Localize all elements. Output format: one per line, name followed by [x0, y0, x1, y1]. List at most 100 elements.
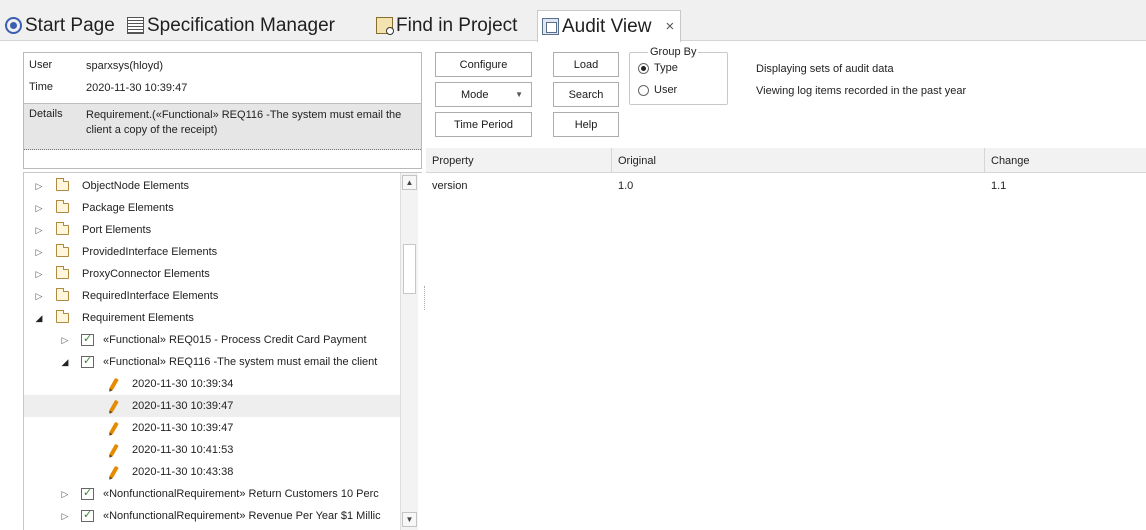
- tree-item[interactable]: ▷ ProvidedInterface Elements: [24, 241, 402, 263]
- column-header-original[interactable]: Original: [612, 148, 985, 173]
- tree-item[interactable]: ▷ Port Elements: [24, 219, 402, 241]
- tree-item[interactable]: ▷ «Functional» REQ015 - Process Credit C…: [24, 329, 402, 351]
- audit-results-grid: Property Original Change version 1.0 1.1: [426, 148, 1146, 530]
- expand-icon[interactable]: ▷: [34, 203, 44, 214]
- cell-property: version: [432, 180, 468, 192]
- audit-entry[interactable]: 2020-11-30 10:39:47: [24, 417, 402, 439]
- scroll-thumb[interactable]: [403, 244, 416, 294]
- group-by-user-radio[interactable]: User: [638, 84, 677, 96]
- folder-icon: [56, 288, 69, 301]
- details-label: Details: [29, 108, 63, 120]
- audit-entry-selected[interactable]: 2020-11-30 10:39:47: [24, 395, 402, 417]
- document-tab-bar: Start Page Specification Manager Find in…: [0, 0, 1146, 42]
- tab-label: Find in Project: [396, 14, 518, 36]
- tree-item[interactable]: ▷ Package Elements: [24, 197, 402, 219]
- folder-icon: [56, 200, 69, 213]
- cell-original: 1.0: [618, 180, 634, 192]
- radio-unselected-icon[interactable]: [638, 84, 649, 96]
- group-by-type-radio[interactable]: Type: [638, 62, 678, 74]
- tree-item-label: «Functional» REQ116 -The system must ema…: [103, 356, 378, 368]
- tree-item-label: RequiredInterface Elements: [82, 290, 219, 302]
- expand-icon[interactable]: ▷: [34, 247, 44, 258]
- column-header-change[interactable]: Change: [985, 148, 1146, 173]
- tree-item[interactable]: ▷ «NonfunctionalRequirement» Revenue Per…: [24, 505, 402, 527]
- time-label: Time: [29, 81, 54, 93]
- tree-item[interactable]: ▷ ProxyConnector Elements: [24, 263, 402, 285]
- requirement-icon: [81, 486, 94, 500]
- expand-icon[interactable]: ▷: [60, 489, 70, 500]
- folder-icon: [56, 178, 69, 191]
- tree-item[interactable]: ◢ Requirement Elements: [24, 307, 402, 329]
- search-button[interactable]: Search: [553, 82, 619, 107]
- radio-label: Type: [654, 62, 678, 74]
- configure-button[interactable]: Configure: [435, 52, 532, 77]
- find-icon: [376, 17, 394, 35]
- expand-icon[interactable]: ▷: [34, 181, 44, 192]
- load-button[interactable]: Load: [553, 52, 619, 77]
- tree-item[interactable]: ▷ RequiredInterface Elements: [24, 285, 402, 307]
- tree-item-label: «NonfunctionalRequirement» Return Custom…: [103, 488, 379, 500]
- chevron-down-icon: ▼: [515, 90, 523, 99]
- audit-entry[interactable]: 2020-11-30 10:43:38: [24, 461, 402, 483]
- tab-specification-manager[interactable]: Specification Manager: [127, 10, 335, 41]
- scroll-down-icon[interactable]: ▼: [402, 512, 417, 527]
- audit-entry[interactable]: 2020-11-30 10:39:34: [24, 373, 402, 395]
- audit-entry-label: 2020-11-30 10:41:53: [132, 444, 234, 456]
- tree-scrollbar[interactable]: ▲ ▼: [400, 173, 418, 530]
- help-button[interactable]: Help: [553, 112, 619, 137]
- folder-icon: [56, 244, 69, 257]
- radio-selected-icon[interactable]: [638, 62, 649, 74]
- tree-item-label: ObjectNode Elements: [82, 180, 189, 192]
- tree-item-label: «NonfunctionalRequirement» Revenue Per Y…: [103, 510, 381, 522]
- tab-find-in-project[interactable]: Find in Project: [376, 10, 517, 41]
- close-icon[interactable]: ×: [665, 18, 674, 35]
- audit-entry-label: 2020-11-30 10:39:47: [132, 422, 234, 434]
- details-value: Requirement.(«Functional» REQ116 -The sy…: [86, 109, 402, 136]
- expand-icon[interactable]: ▷: [34, 269, 44, 280]
- collapse-icon[interactable]: ◢: [34, 313, 44, 324]
- expand-icon[interactable]: ▷: [34, 291, 44, 302]
- tab-label: Specification Manager: [147, 14, 335, 36]
- pencil-icon: [109, 377, 119, 391]
- start-page-icon: [5, 17, 22, 34]
- tree-item-label: Requirement Elements: [82, 312, 194, 324]
- audit-entry-label: 2020-11-30 10:39:34: [132, 378, 234, 390]
- status-text-2: Viewing log items recorded in the past y…: [756, 85, 967, 97]
- folder-icon: [56, 266, 69, 279]
- details-row: Details Requirement.(«Functional» REQ116…: [24, 103, 421, 150]
- time-period-button-label: Time Period: [454, 118, 513, 131]
- scroll-up-icon[interactable]: ▲: [402, 175, 417, 190]
- tree-item[interactable]: ◢ «Functional» REQ116 -The system must e…: [24, 351, 402, 373]
- requirement-icon: [81, 508, 94, 522]
- user-row: User sparxsys(hloyd): [24, 59, 421, 75]
- audit-info-panel: User sparxsys(hloyd) Time 2020-11-30 10:…: [23, 52, 422, 169]
- tree-item-label: ProxyConnector Elements: [82, 268, 210, 280]
- tab-audit-view[interactable]: Audit View ×: [537, 10, 682, 42]
- column-header-property[interactable]: Property: [426, 148, 612, 173]
- mode-button-label: Mode: [461, 88, 489, 101]
- time-value: 2020-11-30 10:39:47: [86, 82, 188, 94]
- user-label: User: [29, 59, 53, 71]
- expand-icon[interactable]: ▷: [60, 511, 70, 522]
- tree-item-label: «Functional» REQ015 - Process Credit Car…: [103, 334, 367, 346]
- table-row[interactable]: version 1.0 1.1: [426, 175, 1146, 197]
- tree-item[interactable]: ▷ «NonfunctionalRequirement» Return Cust…: [24, 483, 402, 505]
- audit-view-icon: [542, 18, 559, 35]
- expand-icon[interactable]: ▷: [60, 335, 70, 346]
- grid-header: Property Original Change: [426, 148, 1146, 173]
- expand-icon[interactable]: ▷: [34, 225, 44, 236]
- load-button-label: Load: [573, 58, 599, 71]
- radio-label: User: [654, 84, 678, 96]
- mode-dropdown-button[interactable]: Mode ▼: [435, 82, 532, 107]
- group-by-legend: Group By: [648, 46, 699, 58]
- collapse-icon[interactable]: ◢: [60, 357, 70, 368]
- requirement-icon: [81, 354, 94, 368]
- tree-item[interactable]: ▷ ObjectNode Elements: [24, 175, 402, 197]
- audit-tree[interactable]: ▷ ObjectNode Elements ▷ Package Elements…: [23, 172, 422, 530]
- time-period-button[interactable]: Time Period: [435, 112, 532, 137]
- help-button-label: Help: [574, 118, 598, 131]
- tab-start-page[interactable]: Start Page: [5, 10, 115, 41]
- audit-entry[interactable]: 2020-11-30 10:41:53: [24, 439, 402, 461]
- requirement-icon: [81, 332, 94, 346]
- group-by-box: Group By Type User: [629, 46, 728, 105]
